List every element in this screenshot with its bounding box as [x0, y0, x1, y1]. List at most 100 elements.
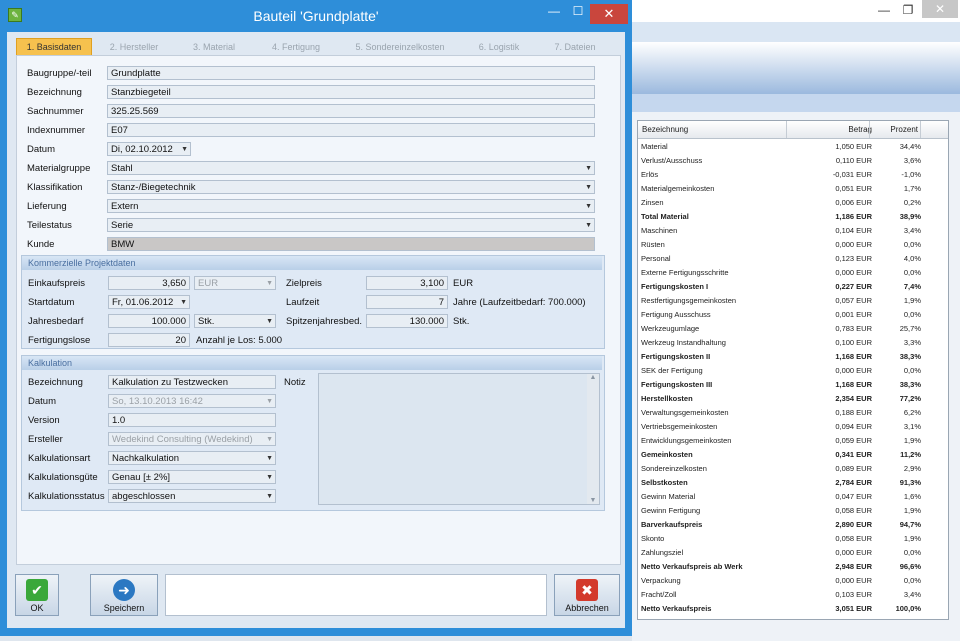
kalkulationsguete-select[interactable]: Genau [± 2%] ▼: [108, 470, 276, 484]
table-row[interactable]: Verwaltungsgemeinkosten 0,188 EUR 6,2%: [638, 406, 948, 420]
table-row[interactable]: Vertriebsgemeinkosten 0,094 EUR 3,1%: [638, 420, 948, 434]
lieferung-select[interactable]: Extern ▼: [107, 199, 595, 213]
tab-dateien[interactable]: 7. Dateien: [539, 39, 611, 55]
tab-fertigung[interactable]: 4. Fertigung: [255, 39, 337, 55]
table-row[interactable]: Entwicklungsgemeinkosten 0,059 EUR 1,9%: [638, 434, 948, 448]
chevron-down-icon[interactable]: ▼: [266, 277, 273, 291]
table-row[interactable]: Maschinen 0,104 EUR 3,4%: [638, 224, 948, 238]
background-minimize-button[interactable]: —: [872, 0, 896, 20]
bezeichnung-field[interactable]: Stanzbiegeteil: [107, 85, 595, 99]
row-amount: 2,784 EUR: [835, 478, 872, 487]
table-row[interactable]: Netto Verkaufspreis ab Werk 2,948 EUR 96,6…: [638, 560, 948, 574]
table-row[interactable]: Material 1,050 EUR 34,4%: [638, 140, 948, 154]
table-row[interactable]: Fertigung Ausschuss 0,001 EUR 0,0%: [638, 308, 948, 322]
chevron-down-icon[interactable]: ▼: [585, 219, 592, 233]
kunde-field[interactable]: BMW: [107, 237, 595, 251]
column-header-name[interactable]: Bezeichnung: [642, 121, 688, 138]
jahresbedarf-field[interactable]: 100.000: [108, 314, 190, 328]
chevron-down-icon[interactable]: ▼: [266, 315, 273, 329]
zielpreis-field[interactable]: 3,100: [366, 276, 448, 290]
chevron-down-icon[interactable]: ▼: [266, 490, 273, 504]
table-row[interactable]: Materialgemeinkosten 0,051 EUR 1,7%: [638, 182, 948, 196]
table-row[interactable]: Netto Verkaufspreis 3,051 EUR 100,0%: [638, 602, 948, 616]
table-row[interactable]: Gemeinkosten 0,341 EUR 11,2%: [638, 448, 948, 462]
table-row[interactable]: Restfertigungsgemeinkosten 0,057 EUR 1,9%: [638, 294, 948, 308]
spitzenjahresbedarf-field[interactable]: 130.000: [366, 314, 448, 328]
notiz-textarea[interactable]: ▲ ▼: [318, 373, 600, 505]
einkaufspreis-field[interactable]: 3,650: [108, 276, 190, 290]
fertigungslose-field[interactable]: 20: [108, 333, 190, 347]
table-row[interactable]: Zinsen 0,006 EUR 0,2%: [638, 196, 948, 210]
ersteller-select[interactable]: Wedekind Consulting (Wedekind) ▼: [108, 432, 276, 446]
table-row[interactable]: Total Material 1,186 EUR 38,9%: [638, 210, 948, 224]
table-row[interactable]: Selbstkosten 2,784 EUR 91,3%: [638, 476, 948, 490]
table-row[interactable]: Skonto 0,058 EUR 1,9%: [638, 532, 948, 546]
cancel-button[interactable]: ✖ Abbrechen: [554, 574, 620, 616]
table-row[interactable]: Rüsten 0,000 EUR 0,0%: [638, 238, 948, 252]
tab-hersteller[interactable]: 2. Hersteller: [95, 39, 173, 55]
tab-basisdaten[interactable]: 1. Basisdaten: [16, 38, 92, 55]
save-button[interactable]: ➜ Speichern: [90, 574, 158, 616]
table-row[interactable]: Gewinn Fertigung 0,058 EUR 1,9%: [638, 504, 948, 518]
row-name: Barverkaufspreis: [641, 520, 703, 529]
datum-picker[interactable]: Di, 02.10.2012 ▼: [107, 142, 191, 156]
chevron-down-icon[interactable]: ▼: [266, 395, 273, 409]
table-row[interactable]: Erlös -0,031 EUR -1,0%: [638, 168, 948, 182]
jahresbedarf-unit-select[interactable]: Stk. ▼: [194, 314, 276, 328]
table-row[interactable]: Werkzeug Instandhaltung 0,100 EUR 3,3%: [638, 336, 948, 350]
tab-sondereinzelkosten[interactable]: 5. Sondereinzelkosten: [341, 39, 459, 55]
startdatum-picker[interactable]: Fr, 01.06.2012 ▼: [108, 295, 190, 309]
scroll-down-icon[interactable]: ▼: [588, 497, 598, 504]
chevron-down-icon[interactable]: ▼: [585, 200, 592, 214]
tab-material[interactable]: 3. Material: [177, 39, 251, 55]
currency-select[interactable]: EUR ▼: [194, 276, 276, 290]
kalkulationsart-select[interactable]: Nachkalkulation ▼: [108, 451, 276, 465]
maximize-button[interactable]: ☐: [567, 4, 589, 24]
table-row[interactable]: Verlust/Ausschuss 0,110 EUR 3,6%: [638, 154, 948, 168]
table-row[interactable]: Werkzeugumlage 0,783 EUR 25,7%: [638, 322, 948, 336]
ok-button[interactable]: ✔ OK: [15, 574, 59, 616]
baugruppe-field[interactable]: Grundplatte: [107, 66, 595, 80]
chevron-down-icon[interactable]: ▼: [180, 296, 187, 310]
table-row[interactable]: Fertigungskosten II 1,168 EUR 38,3%: [638, 350, 948, 364]
sachnummer-field[interactable]: 325.25.569: [107, 104, 595, 118]
close-button[interactable]: ✕: [590, 4, 628, 24]
table-row[interactable]: Zahlungsziel 0,000 EUR 0,0%: [638, 546, 948, 560]
chevron-down-icon[interactable]: ▼: [266, 433, 273, 447]
table-row[interactable]: Herstellkosten 2,354 EUR 77,2%: [638, 392, 948, 406]
table-row[interactable]: Fertigungskosten III 1,168 EUR 38,3%: [638, 378, 948, 392]
table-row[interactable]: Barverkaufspreis 2,890 EUR 94,7%: [638, 518, 948, 532]
column-header-amount[interactable]: Betrag: [818, 121, 872, 138]
chevron-down-icon[interactable]: ▼: [181, 143, 188, 157]
chevron-down-icon[interactable]: ▼: [266, 471, 273, 485]
chevron-down-icon[interactable]: ▼: [585, 181, 592, 195]
table-row[interactable]: SEK der Fertigung 0,000 EUR 0,0%: [638, 364, 948, 378]
table-row[interactable]: Fertigungskosten I 0,227 EUR 7,4%: [638, 280, 948, 294]
table-row[interactable]: Gewinn Material 0,047 EUR 1,6%: [638, 490, 948, 504]
chevron-down-icon[interactable]: ▼: [266, 452, 273, 466]
tab-logistik[interactable]: 6. Logistik: [463, 39, 535, 55]
teilestatus-select[interactable]: Serie ▼: [107, 218, 595, 232]
kalkulationsstatus-select[interactable]: abgeschlossen ▼: [108, 489, 276, 503]
klassifikation-select[interactable]: Stanz-/Biegetechnik ▼: [107, 180, 595, 194]
table-row[interactable]: Personal 0,123 EUR 4,0%: [638, 252, 948, 266]
background-maximize-button[interactable]: ❐: [896, 0, 920, 20]
table-row[interactable]: Fracht/Zoll 0,103 EUR 3,4%: [638, 588, 948, 602]
scroll-up-icon[interactable]: ▲: [588, 374, 598, 381]
table-row[interactable]: Externe Fertigungsschritte 0,000 EUR 0,0%: [638, 266, 948, 280]
background-close-button[interactable]: ✕: [922, 0, 958, 18]
table-row[interactable]: Sondereinzelkosten 0,089 EUR 2,9%: [638, 462, 948, 476]
materialgruppe-select[interactable]: Stahl ▼: [107, 161, 595, 175]
chevron-down-icon[interactable]: ▼: [585, 162, 592, 176]
label-bezeichnung: Bezeichnung: [27, 87, 82, 98]
laufzeit-field[interactable]: 7: [366, 295, 448, 309]
column-header-percent[interactable]: Prozent: [872, 121, 918, 138]
notiz-scrollbar[interactable]: ▲ ▼: [587, 374, 599, 504]
kalk-datum-picker[interactable]: So, 13.10.2013 16:42 ▼: [108, 394, 276, 408]
label-einkaufspreis: Einkaufspreis: [28, 278, 86, 289]
kalk-bezeichnung-field[interactable]: Kalkulation zu Testzwecken: [108, 375, 276, 389]
minimize-button[interactable]: —: [543, 4, 565, 24]
version-field[interactable]: 1.0: [108, 413, 276, 427]
table-row[interactable]: Verpackung 0,000 EUR 0,0%: [638, 574, 948, 588]
indexnummer-field[interactable]: E07: [107, 123, 595, 137]
